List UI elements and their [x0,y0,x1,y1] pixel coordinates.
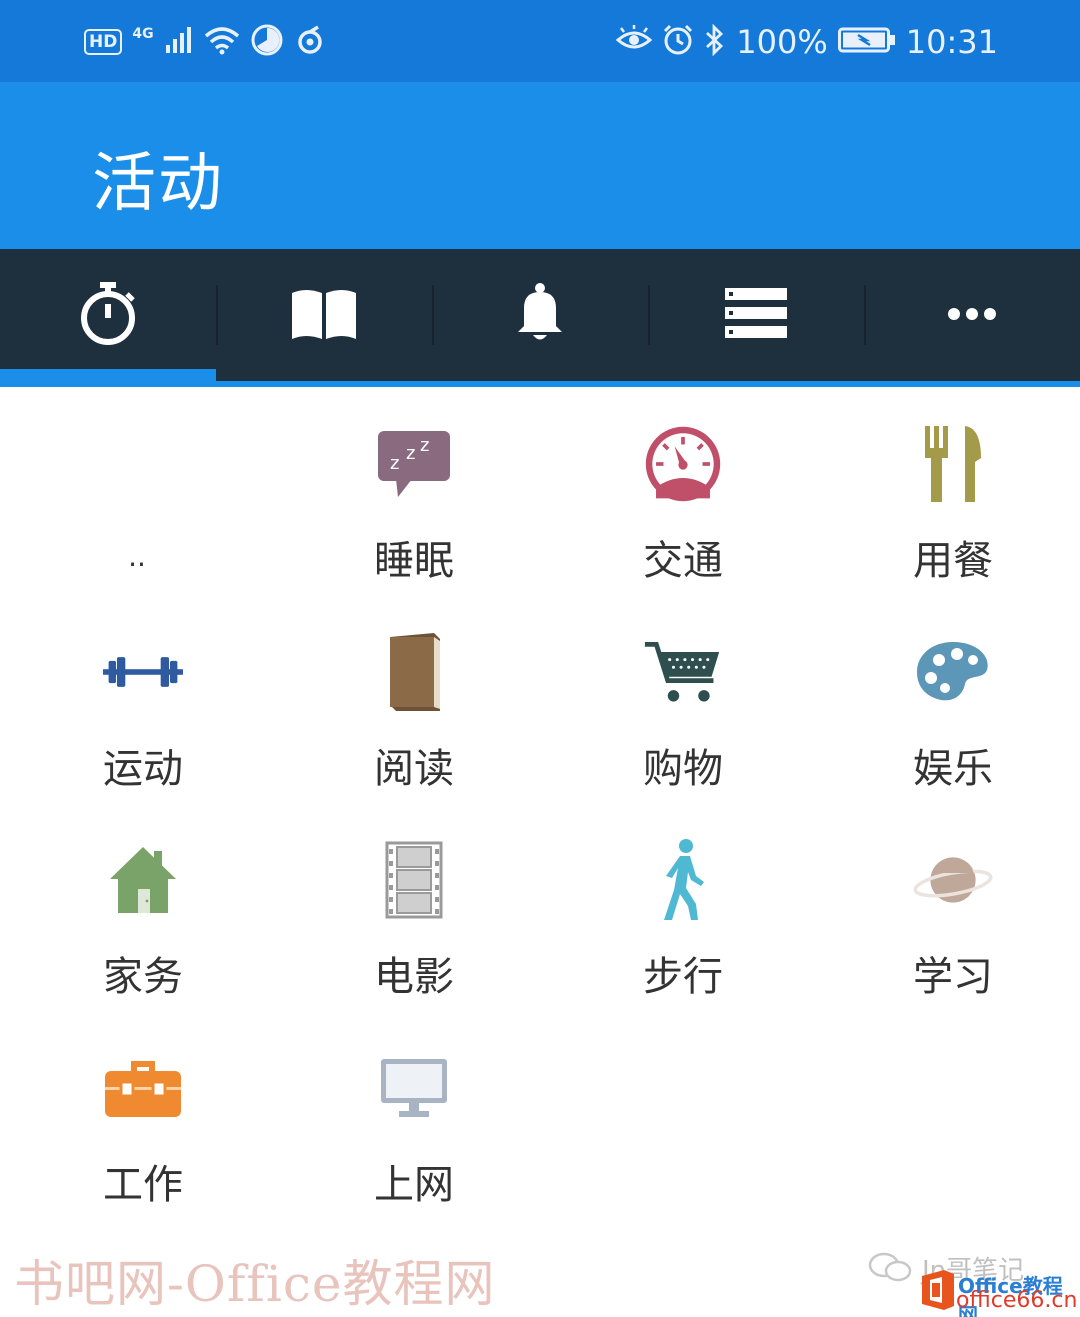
sleep-bubble-icon: zzz [374,420,454,508]
eye-icon [616,25,653,59]
film-icon [374,836,454,924]
network-type: 4G [132,26,154,42]
activity-item[interactable]: 工作 [8,1024,278,1232]
activity-label: 电影 [374,954,454,1000]
data-saver-icon [250,23,284,61]
svg-text:z: z [406,443,415,464]
page-title: 活动 [92,147,224,221]
more-icon [947,306,997,325]
battery-icon [837,26,896,58]
stopwatch-icon [79,280,137,350]
activity-item[interactable]: 家务 [8,816,278,1024]
activity-item[interactable]: 步行 [548,816,818,1024]
tab-bar [0,249,1080,381]
alarm-icon [662,24,694,60]
tab-activities[interactable] [0,249,216,381]
watermark-logo-block: Jn哥笔记 Office教程网 office66.cn [868,1250,1078,1317]
activity-label: 娱乐 [913,746,993,792]
watermark-site-url: office66.cn [956,1288,1078,1313]
svg-text:z: z [390,453,399,474]
activity-label: 交通 [643,538,723,584]
sync-icon [294,24,326,60]
svg-text:z: z [420,435,429,456]
tab-more[interactable] [864,249,1080,381]
activity-item[interactable]: 电影 [279,816,549,1024]
activity-item[interactable]: 用餐 [818,400,1080,608]
speedometer-icon [643,420,723,508]
bluetooth-icon [704,23,726,60]
tab-list[interactable] [648,249,864,381]
activity-item[interactable]: 运动 [8,608,278,816]
activity-item[interactable]: 交通 [548,400,818,608]
activity-item[interactable]: zzz 睡眠 [279,400,549,608]
status-left-icons: HD 4G [84,20,326,64]
activity-item[interactable]: 学习 [818,816,1080,1024]
fork-knife-icon [913,420,993,508]
activity-label: .. [128,540,146,573]
activity-label: 学习 [913,954,993,1000]
monitor-icon [374,1044,454,1132]
activity-item[interactable]: .. [8,400,278,608]
book-open-icon [290,285,358,345]
tab-active-indicator [0,369,216,381]
walking-icon [643,836,723,924]
watermark-text: 书吧网-Office教程网 [14,1255,496,1313]
activity-label: 家务 [103,954,183,1000]
tab-journal[interactable] [216,249,432,381]
activity-label: 运动 [103,746,183,792]
activity-item[interactable]: 上网 [279,1024,549,1232]
activity-item[interactable]: 娱乐 [818,608,1080,816]
activity-label: 上网 [374,1162,454,1208]
app-bar: 活动 [0,82,1080,249]
list-icon [725,288,787,342]
status-bar: HD 4G 100% 10:31 [0,0,1080,82]
house-icon [103,836,183,924]
office-logo-icon [918,1268,958,1312]
dumbbell-icon [103,628,183,716]
battery-percent: 100% [736,23,828,61]
activity-label: 用餐 [913,538,993,584]
signal-icon [164,25,194,59]
clock: 10:31 [905,23,998,61]
book-icon [374,628,454,716]
bell-icon [514,282,566,348]
wifi-icon [204,25,240,59]
activity-label: 睡眠 [374,538,454,584]
planet-icon [913,836,993,924]
activity-label: 步行 [643,954,723,1000]
toolbox-icon [103,1044,183,1132]
activity-label: 购物 [643,746,723,792]
activity-item[interactable]: 阅读 [279,608,549,816]
wechat-icon [868,1252,912,1289]
shopping-cart-icon [643,628,723,716]
tab-underline [0,381,1080,387]
palette-icon [913,628,993,716]
tab-reminders[interactable] [432,249,648,381]
activity-label: 工作 [103,1162,183,1208]
activity-label: 阅读 [374,746,454,792]
activity-item[interactable]: 购物 [548,608,818,816]
hd-badge: HD [84,29,123,55]
status-right-icons: 100% 10:31 [616,20,998,64]
